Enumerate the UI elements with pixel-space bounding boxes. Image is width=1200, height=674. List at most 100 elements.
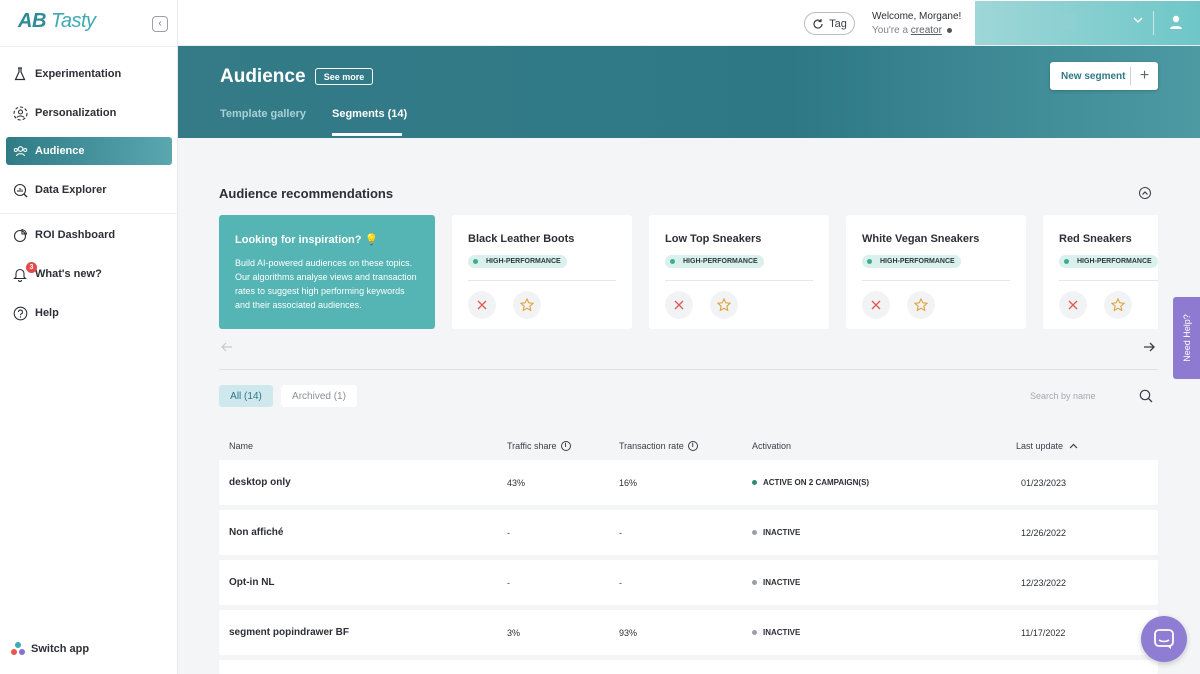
sidebar-item-label: Help — [35, 307, 59, 319]
new-segment-label: New segment — [1061, 70, 1126, 82]
carousel-prev-icon[interactable] — [221, 341, 233, 355]
transaction-rate: 16% — [619, 477, 638, 488]
see-more-button[interactable]: See more — [315, 68, 373, 85]
dismiss-button[interactable] — [862, 291, 890, 319]
help-icon — [12, 305, 28, 321]
column-header-traffic[interactable]: Traffic share i — [507, 441, 571, 451]
last-update: 12/26/2022 — [1021, 527, 1067, 538]
divider — [1153, 11, 1154, 35]
recommendation-card: Black Leather Boots HIGH-PERFORMANCE — [452, 215, 632, 329]
last-update: 01/23/2023 — [1021, 477, 1067, 488]
switch-app-button[interactable]: Switch app — [10, 641, 89, 657]
table-row[interactable]: Non affiché - - INACTIVE 12/26/2022 — [219, 510, 1158, 555]
star-icon — [717, 298, 731, 312]
search-icon[interactable] — [1139, 389, 1153, 408]
transaction-rate: 93% — [619, 627, 638, 638]
dismiss-button[interactable] — [468, 291, 496, 319]
inspiration-body: Build AI-powered audiences on these topi… — [235, 258, 417, 310]
filter-archived-button[interactable]: Archived (1) — [281, 385, 357, 407]
sidebar-item-whats-new[interactable]: 3 What's new? — [6, 260, 172, 288]
lightbulb-icon: 💡 — [364, 234, 379, 246]
need-help-tab[interactable]: Need Help? — [1173, 297, 1200, 379]
column-header-transaction[interactable]: Transaction rate i — [619, 441, 698, 451]
ab-tasty-logo[interactable]: AB Tasty — [18, 10, 96, 33]
column-header-activation[interactable]: Activation — [752, 441, 791, 451]
new-segment-button[interactable]: New segment + — [1050, 62, 1158, 90]
activation-status: INACTIVE — [752, 610, 800, 655]
info-icon[interactable]: i — [560, 441, 571, 451]
segment-name[interactable]: Non affiché — [229, 510, 283, 555]
activation-status: INACTIVE — [752, 510, 800, 555]
sidebar-item-help[interactable]: Help — [6, 299, 172, 327]
last-update: 12/23/2022 — [1021, 577, 1067, 588]
divider — [665, 280, 813, 281]
favorite-button[interactable] — [710, 291, 738, 319]
user-icon[interactable] — [1168, 14, 1184, 35]
inspiration-card: Looking for inspiration? 💡 Build AI-powe… — [219, 215, 435, 329]
favorite-button[interactable] — [907, 291, 935, 319]
segment-name[interactable]: desktop only — [229, 460, 291, 505]
close-icon — [871, 300, 881, 310]
recommendation-name: Black Leather Boots — [468, 233, 575, 245]
table-row[interactable]: desktop only 43% 16% ACTIVE ON 2 CAMPAIG… — [219, 460, 1158, 505]
transaction-rate: - — [619, 577, 622, 588]
app-dots-icon — [10, 641, 26, 657]
divider — [862, 280, 1010, 281]
bell-icon: 3 — [12, 262, 37, 282]
sidebar-item-roi-dashboard[interactable]: ROI Dashboard — [6, 221, 172, 249]
role-link[interactable]: creator — [911, 25, 942, 36]
high-performance-badge: HIGH-PERFORMANCE — [665, 255, 764, 268]
divider — [219, 369, 1158, 370]
chat-button[interactable] — [1141, 616, 1187, 662]
status-dot — [752, 580, 757, 585]
sidebar-item-label: Audience — [35, 145, 85, 157]
divider — [0, 213, 178, 214]
favorite-button[interactable] — [513, 291, 541, 319]
info-icon[interactable]: i — [687, 441, 698, 451]
recommendation-name: Low Top Sneakers — [665, 233, 762, 245]
sidebar-item-experimentation[interactable]: Experimentation — [6, 60, 172, 88]
last-update: 11/17/2022 — [1021, 627, 1066, 638]
star-icon — [520, 298, 534, 312]
traffic-share: - — [507, 527, 510, 538]
welcome-message: Welcome, Morgane! You're a creator — [872, 10, 961, 38]
collapse-sidebar-button[interactable]: ‹ — [152, 16, 168, 32]
close-icon — [674, 300, 684, 310]
traffic-share: - — [507, 577, 510, 588]
activation-status: ACTIVE ON 2 CAMPAIGN(S) — [752, 460, 869, 505]
dismiss-button[interactable] — [665, 291, 693, 319]
tab-template-gallery[interactable]: Template gallery — [220, 108, 306, 120]
close-icon — [1068, 300, 1078, 310]
dismiss-button[interactable] — [1059, 291, 1087, 319]
switch-app-label: Switch app — [31, 643, 90, 655]
table-row[interactable]: Opt-in NL - - INACTIVE 12/23/2022 — [219, 560, 1158, 605]
divider — [468, 280, 616, 281]
account-selector[interactable] — [975, 1, 1200, 45]
recommendation-card: Red Sneakers HIGH-PERFORMANCE — [1043, 215, 1158, 329]
traffic-share: 3% — [507, 627, 521, 638]
transaction-rate: - — [619, 527, 622, 538]
sidebar-item-audience[interactable]: Audience — [6, 137, 172, 165]
sidebar-item-personalization[interactable]: Personalization — [6, 99, 172, 127]
tag-button[interactable]: Tag — [804, 12, 855, 35]
column-header-last-update[interactable]: Last update — [1016, 441, 1078, 451]
search-input[interactable] — [1030, 388, 1130, 404]
pie-chart-icon — [12, 227, 28, 243]
high-performance-badge: HIGH-PERFORMANCE — [862, 255, 961, 268]
table-row[interactable] — [219, 660, 1158, 674]
filter-all-button[interactable]: All (14) — [219, 385, 273, 407]
column-header-name[interactable]: Name — [229, 441, 253, 451]
carousel-next-icon[interactable] — [1143, 340, 1155, 355]
high-performance-badge: HIGH-PERFORMANCE — [468, 255, 567, 268]
segment-name[interactable]: Opt-in NL — [229, 560, 275, 605]
sidebar-item-data-explorer[interactable]: Data Explorer — [6, 176, 172, 204]
segment-name[interactable]: segment popindrawer BF — [229, 610, 349, 655]
page-title: Audience — [220, 66, 306, 87]
tab-segments[interactable]: Segments (14) — [332, 108, 407, 120]
chevron-down-icon — [1133, 15, 1143, 28]
favorite-button[interactable] — [1104, 291, 1132, 319]
collapse-recommendations-icon[interactable] — [1139, 187, 1151, 199]
notification-badge: 3 — [26, 262, 37, 273]
recommendation-card: White Vegan Sneakers HIGH-PERFORMANCE — [846, 215, 1026, 329]
table-row[interactable]: segment popindrawer BF 3% 93% INACTIVE 1… — [219, 610, 1158, 655]
